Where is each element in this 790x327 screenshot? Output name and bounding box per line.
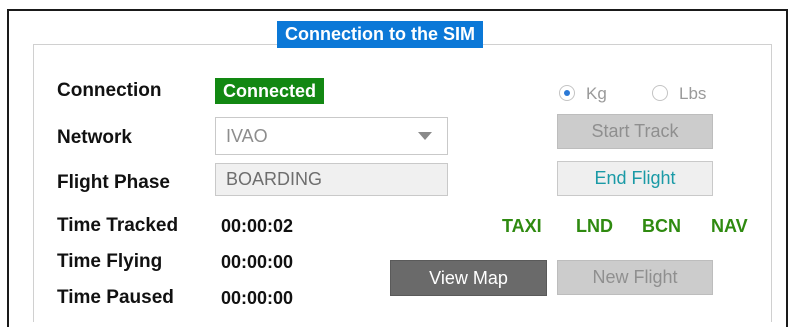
network-selected-value: IVAO: [226, 126, 268, 146]
time-paused-label: Time Paused: [57, 287, 174, 308]
indicator-nav: NAV: [711, 216, 748, 236]
indicator-bcn: BCN: [642, 216, 681, 236]
flight-phase-label: Flight Phase: [57, 172, 170, 193]
lbs-radio-label: Lbs: [679, 84, 707, 103]
radio-checked-icon: [559, 85, 575, 101]
flight-phase-field: BOARDING: [215, 163, 448, 196]
radio-unchecked-icon: [652, 85, 668, 101]
end-flight-button[interactable]: End Flight: [557, 161, 713, 196]
connection-status-badge: Connected: [215, 78, 325, 104]
indicator-lnd: LND: [576, 216, 613, 236]
start-track-button[interactable]: Start Track: [557, 114, 713, 149]
time-flying-label: Time Flying: [57, 251, 163, 272]
time-tracked-label: Time Tracked: [57, 215, 179, 236]
time-tracked-value: 00:00:02: [221, 216, 294, 236]
flight-phase-value: BOARDING: [226, 169, 323, 189]
connection-label: Connection: [57, 80, 162, 101]
view-map-button[interactable]: View Map: [390, 260, 547, 296]
time-paused-value: 00:00:00: [221, 288, 294, 308]
indicator-taxi: TAXI: [502, 216, 542, 236]
chevron-down-icon: [418, 132, 432, 140]
network-select[interactable]: IVAO: [215, 117, 448, 155]
network-label: Network: [57, 127, 132, 148]
kg-radio-label: Kg: [586, 84, 607, 103]
panel-title: Connection to the SIM: [277, 21, 483, 48]
time-flying-value: 00:00:00: [221, 252, 294, 272]
new-flight-button[interactable]: New Flight: [557, 260, 713, 295]
